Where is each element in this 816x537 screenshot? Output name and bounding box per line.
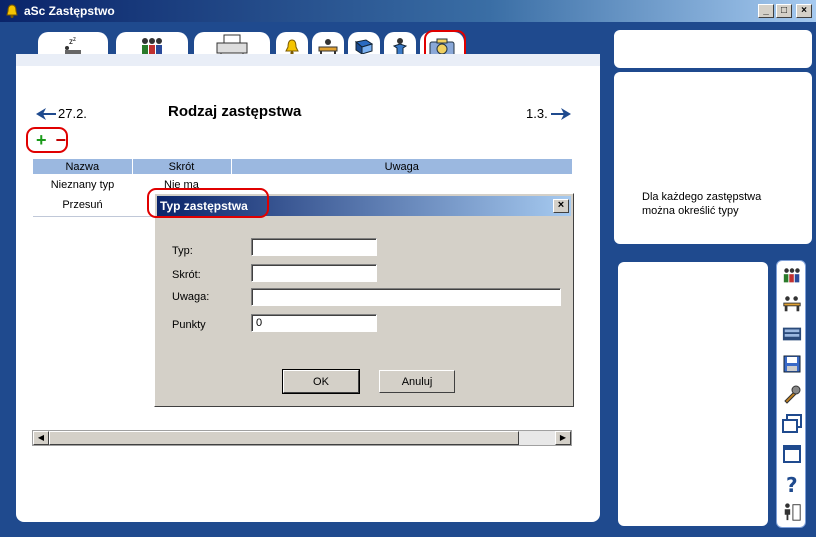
scroll-right-button[interactable]: ▶ [555, 431, 571, 445]
cell-uwaga [231, 174, 573, 195]
tools-icon [784, 385, 801, 404]
right-hint-text: Dla każdego zastępstwa można określić ty… [642, 190, 761, 218]
page-title: Rodzaj zastępstwa [168, 103, 302, 120]
typ-label: Typ: [172, 245, 193, 257]
save-button[interactable] [782, 353, 802, 375]
prev-date-nav[interactable]: 27.2. [36, 106, 87, 121]
horizontal-scrollbar[interactable]: ◀ ▶ [32, 430, 572, 446]
close-button[interactable]: × [796, 4, 812, 18]
exit-button[interactable] [782, 501, 802, 523]
uwaga-label: Uwaga: [172, 291, 210, 303]
typ-input[interactable] [251, 238, 377, 256]
next-date-nav[interactable]: 1.3. [526, 106, 571, 121]
svg-text:?: ? [786, 473, 798, 495]
svg-text:z: z [73, 37, 76, 43]
skrot-label: Skrót: [172, 269, 201, 281]
window-button[interactable] [782, 443, 802, 465]
type-dialog: Typ zastępstwa × Typ: Skrót: Uwaga: Punk… [154, 193, 574, 407]
exit-icon [784, 503, 801, 521]
scroll-thumb[interactable] [49, 431, 519, 445]
windows-icon [782, 414, 802, 433]
column-header-skrot[interactable]: Skrót [132, 159, 232, 174]
classroom-button[interactable] [782, 323, 802, 345]
table-row[interactable]: Nieznany typ Nie ma [33, 174, 573, 195]
ok-button[interactable]: OK [282, 369, 360, 394]
cell-nazwa: Nieznany typ [50, 178, 115, 191]
column-header-nazwa[interactable]: Nazwa [33, 159, 133, 174]
punkty-input[interactable] [251, 314, 377, 332]
next-date-label: 1.3. [526, 106, 548, 121]
window-icon [783, 445, 801, 463]
hint-line-2: można określić typy [642, 205, 739, 217]
save-icon [783, 355, 801, 373]
help-button[interactable]: ? [782, 473, 802, 495]
arrow-left-icon [36, 107, 56, 120]
app-bell-icon [6, 4, 18, 18]
right-info-panel [614, 72, 812, 244]
vertical-toolbar: ? [776, 260, 806, 528]
uwaga-input[interactable] [251, 288, 561, 306]
classes-icon [783, 296, 801, 312]
classroom-icon [782, 327, 802, 341]
dialog-close-button[interactable]: × [553, 199, 569, 213]
classes-button[interactable] [782, 293, 802, 315]
window-title: aSc Zastępstwo [24, 4, 115, 18]
prev-date-label: 27.2. [58, 106, 87, 121]
column-header-uwaga[interactable]: Uwaga [231, 159, 573, 174]
right-list-panel [618, 262, 768, 526]
cell-nazwa: Przesuń [33, 195, 132, 217]
table-header-row: Nazwa Skrót Uwaga [33, 159, 573, 174]
hint-line-1: Dla każdego zastępstwa [642, 191, 762, 203]
maximize-button[interactable]: □ [776, 4, 792, 18]
add-remove-highlight-oval [26, 127, 68, 153]
cancel-button[interactable]: Anuluj [379, 370, 455, 393]
dialog-title-highlight-oval [147, 188, 269, 218]
scroll-left-button[interactable]: ◀ [33, 431, 49, 445]
teachers-button[interactable] [782, 265, 802, 287]
skrot-input[interactable] [251, 264, 377, 282]
arrow-right-icon [550, 107, 571, 120]
windows-button[interactable] [782, 413, 802, 435]
title-bar: aSc Zastępstwo _ □ × [0, 0, 816, 22]
punkty-label: Punkty [172, 319, 206, 331]
right-top-strip [614, 30, 812, 68]
minimize-button[interactable]: _ [758, 4, 774, 18]
tools-button[interactable] [782, 383, 802, 405]
help-icon: ? [786, 473, 798, 495]
teachers-icon [783, 268, 800, 283]
content-top-band [16, 54, 600, 66]
